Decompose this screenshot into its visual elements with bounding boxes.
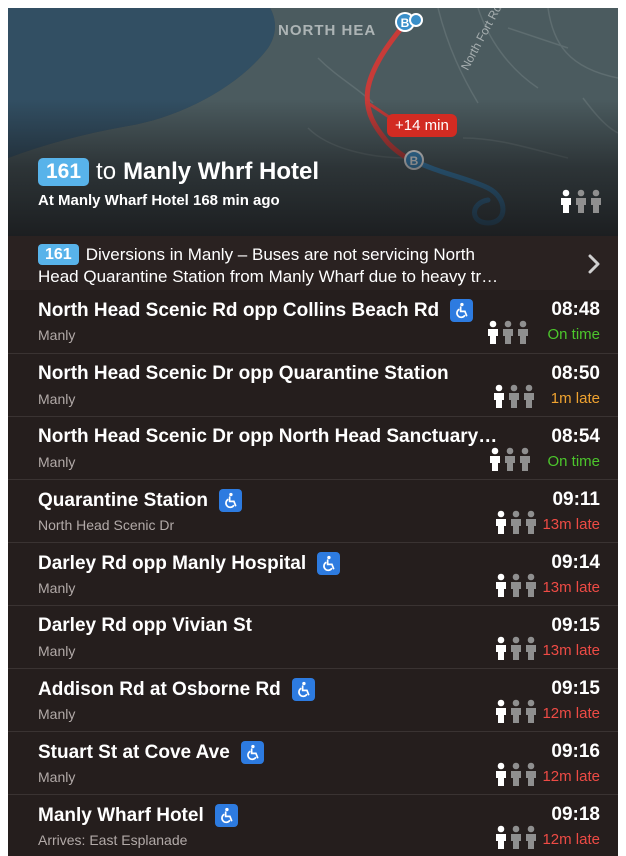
stop-row[interactable]: Quarantine Station North Head Scenic Dr 09…: [8, 479, 618, 542]
stop-name: Addison Rd at Osborne Rd: [38, 678, 315, 701]
stop-list: North Head Scenic Rd opp Collins Beach R…: [8, 290, 618, 856]
stop-row[interactable]: Addison Rd at Osborne Rd Manly 09:15 12m la…: [8, 668, 618, 731]
map-suburb-label: NORTH HEA: [278, 22, 377, 39]
stop-arrival-time: 08:50: [551, 363, 600, 384]
stop-row[interactable]: North Head Scenic Dr opp North Head Sanc…: [8, 416, 618, 479]
chevron-right-icon[interactable]: [588, 254, 600, 279]
stop-suburb: North Head Scenic Dr: [38, 517, 175, 533]
stop-name: Darley Rd opp Manly Hospital: [38, 552, 341, 575]
occupancy-people-icon: [494, 762, 538, 786]
alert-text-line-1: Diversions in Manly – Buses are not serv…: [85, 244, 475, 264]
stop-name-text: Darley Rd opp Manly Hospital: [38, 552, 307, 574]
route-to-word: to: [96, 158, 117, 185]
wheelchair-accessible-icon: [214, 804, 238, 827]
stop-arrival-time: 09:15: [551, 615, 600, 636]
stop-status: 13m late: [542, 579, 600, 596]
stop-arrival-time: 09:15: [551, 678, 600, 699]
stop-name: North Head Scenic Dr opp North Head Sanc…: [38, 426, 497, 448]
stop-suburb: Manly: [38, 391, 76, 407]
stop-name: Quarantine Station: [38, 489, 242, 512]
stop-status: On time: [547, 453, 600, 470]
stop-name-text: North Head Scenic Dr opp North Head Sanc…: [38, 426, 498, 447]
stop-suburb: Manly: [38, 706, 76, 722]
stop-name-text: Darley Rd opp Vivian St: [38, 615, 252, 636]
occupancy-people-icon: [492, 384, 536, 408]
route-number-badge: 161: [38, 158, 90, 186]
stop-name-text: Stuart St at Cove Ave: [38, 741, 230, 763]
occupancy-people-icon: [488, 447, 532, 471]
stop-row[interactable]: Manly Wharf Hotel Arrives: East Esplanade…: [8, 794, 618, 856]
stop-suburb: Manly: [38, 769, 76, 785]
stop-status: On time: [547, 326, 600, 343]
stop-status: 12m late: [542, 705, 600, 722]
route-last-seen: At Manly Wharf Hotel 168 min ago: [38, 192, 280, 209]
stop-arrival-time: 08:54: [551, 426, 600, 447]
stop-suburb: Manly: [38, 454, 76, 470]
stop-name: Darley Rd opp Vivian St: [38, 615, 252, 637]
stop-name-text: Quarantine Station: [38, 489, 208, 511]
stop-status: 13m late: [542, 516, 600, 533]
stop-name: North Head Scenic Dr opp Quarantine Stat…: [38, 363, 449, 385]
stop-suburb: Manly: [38, 327, 76, 343]
occupancy-people-icon: [494, 825, 538, 849]
stop-arrival-time: 09:11: [552, 489, 600, 510]
route-map[interactable]: B B NORTH HEA North Fort Rd +14 min 161 …: [8, 8, 618, 236]
stop-name-text: Addison Rd at Osborne Rd: [38, 678, 281, 700]
alert-text-line-2: Head Quarantine Station from Manly Wharf…: [38, 267, 499, 286]
stop-suburb: Arrives: East Esplanade: [38, 832, 188, 848]
stop-name: North Head Scenic Rd opp Collins Beach R…: [38, 299, 474, 322]
stop-arrival-time: 09:18: [551, 804, 600, 825]
stop-row[interactable]: North Head Scenic Dr opp Quarantine Stat…: [8, 353, 618, 416]
stop-name: Manly Wharf Hotel: [38, 804, 238, 827]
stop-name: Stuart St at Cove Ave: [38, 741, 264, 764]
stop-name-text: Manly Wharf Hotel: [38, 804, 204, 826]
alert-route-badge: 161: [38, 244, 79, 265]
occupancy-people-icon: [494, 699, 538, 723]
stop-status: 1m late: [550, 390, 600, 407]
stop-name-text: North Head Scenic Rd opp Collins Beach R…: [38, 299, 440, 321]
stop-suburb: Manly: [38, 643, 76, 659]
wheelchair-accessible-icon: [317, 552, 341, 575]
stop-arrival-time: 08:48: [551, 299, 600, 320]
stop-row[interactable]: North Head Scenic Rd opp Collins Beach R…: [8, 290, 618, 353]
wheelchair-accessible-icon: [450, 299, 474, 322]
wheelchair-accessible-icon: [218, 489, 242, 512]
stop-status: 12m late: [542, 768, 600, 785]
occupancy-people-icon: [494, 573, 538, 597]
occupancy-people-icon: [494, 636, 538, 660]
wheelchair-accessible-icon: [291, 678, 315, 701]
occupancy-people-icon: [494, 510, 538, 534]
stop-row[interactable]: Stuart St at Cove Ave Manly 09:16 12m late: [8, 731, 618, 794]
stop-row[interactable]: Darley Rd opp Vivian St Manly 09:15 13m lat…: [8, 605, 618, 668]
service-alert[interactable]: 161 Diversions in Manly – Buses are not …: [8, 236, 618, 290]
wheelchair-accessible-icon: [240, 741, 264, 764]
trip-detail-screen: B B NORTH HEA North Fort Rd +14 min 161 …: [8, 8, 618, 856]
route-destination: Manly Whrf Hotel: [123, 158, 320, 185]
stop-arrival-time: 09:16: [551, 741, 600, 762]
route-title: 161 to Manly Whrf Hotel: [38, 158, 319, 186]
stop-arrival-time: 09:14: [551, 552, 600, 573]
alert-line-1: 161 Diversions in Manly – Buses are not …: [38, 244, 475, 265]
stop-status: 13m late: [542, 642, 600, 659]
delay-pill: +14 min: [387, 114, 457, 137]
stop-status: 12m late: [542, 831, 600, 848]
stop-suburb: Manly: [38, 580, 76, 596]
stop-row[interactable]: Darley Rd opp Manly Hospital Manly 09:14 13…: [8, 542, 618, 605]
occupancy-people-icon: [559, 189, 603, 218]
occupancy-people-icon: [486, 320, 530, 344]
stop-name-text: North Head Scenic Dr opp Quarantine Stat…: [38, 363, 449, 384]
